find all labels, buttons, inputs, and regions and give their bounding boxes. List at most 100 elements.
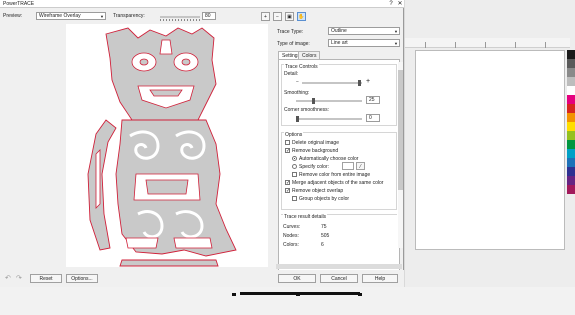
horizontal-ruler (405, 38, 570, 48)
specify-color-radio[interactable] (292, 164, 297, 169)
corner-smoothness-slider-thumb[interactable] (296, 116, 299, 122)
remove-overlap-checkbox[interactable]: ✓ (285, 188, 290, 194)
delete-original-checkbox[interactable] (285, 140, 290, 145)
palette-swatch[interactable] (567, 68, 575, 77)
image-type-value: Line art (331, 40, 348, 46)
ok-button[interactable]: OK (278, 274, 316, 283)
help-button[interactable]: Help (362, 274, 398, 283)
palette-swatch[interactable] (567, 149, 575, 158)
delete-original-label: Delete original image (292, 140, 339, 146)
palette-swatch[interactable] (567, 113, 575, 122)
options-group: Options Delete original image ✓ Remove b… (281, 132, 397, 210)
corner-smoothness-value: 0 (369, 115, 372, 121)
cancel-button[interactable]: Cancel (320, 274, 358, 283)
zoom-out-icon[interactable]: − (273, 12, 282, 21)
preview-mode-select[interactable]: Wireframe Overlay ▼ (36, 12, 106, 20)
dialog-titlebar[interactable]: PowerTRACE ? ✕ (0, 0, 404, 8)
trace-preview-area[interactable] (66, 24, 268, 267)
document-page[interactable] (415, 50, 565, 250)
smoothing-slider-thumb[interactable] (312, 98, 315, 104)
palette-swatch[interactable] (567, 104, 575, 113)
smoothing-slider[interactable] (296, 100, 362, 102)
trace-type-value: Outline (331, 28, 347, 34)
traced-figure-preview (87, 27, 237, 267)
dialog-title: PowerTRACE (3, 1, 35, 7)
options-button[interactable]: Options... (66, 274, 98, 283)
merge-adjacent-checkbox[interactable]: ✓ (285, 180, 290, 186)
reset-button[interactable]: Reset (30, 274, 62, 283)
close-icon[interactable]: ✕ (395, 0, 405, 8)
preview-toolbar: Preview: Wireframe Overlay ▼ Transparenc… (0, 9, 276, 23)
group-by-color-label: Group objects by color (299, 196, 350, 202)
detail-minus-icon[interactable]: − (296, 79, 299, 85)
corner-smoothness-slider[interactable] (296, 118, 362, 120)
traced-shape-fragment (240, 292, 360, 295)
palette-swatch[interactable] (567, 140, 575, 149)
remove-color-entire-checkbox[interactable] (292, 172, 297, 177)
transparency-slider-ticks (160, 19, 200, 21)
undo-icon[interactable]: ↶ (5, 274, 11, 282)
pan-hand-icon[interactable]: ✋ (297, 12, 306, 21)
smoothing-value: 25 (369, 97, 375, 103)
palette-swatch[interactable] (567, 86, 575, 95)
group-by-color-checkbox[interactable] (292, 196, 297, 201)
eyedropper-icon[interactable]: ⁄ (356, 162, 365, 170)
chevron-down-icon: ▼ (394, 29, 398, 34)
trace-results-group: Trace result details Curves: 75 Nodes: 5… (281, 214, 397, 270)
trace-type-label: Trace Type: (277, 29, 304, 35)
image-type-label: Type of image: (277, 41, 310, 47)
corner-smoothness-label: Corner smoothness: (284, 107, 330, 113)
colors-value: 6 (321, 242, 324, 248)
redo-icon[interactable]: ↷ (16, 274, 22, 282)
palette-swatch[interactable] (567, 176, 575, 185)
dialog-footer: ↶ ↷ Reset Options... OK Cancel Help (0, 270, 404, 287)
selection-handle[interactable] (232, 293, 236, 296)
settings-tab-content: Trace Controls Detail: − + Smoothing: 25… (278, 59, 400, 273)
remove-overlap-label: Remove object overlap (292, 188, 344, 194)
palette-swatch[interactable] (567, 77, 575, 86)
selection-handle[interactable] (358, 293, 362, 296)
palette-swatch[interactable] (567, 131, 575, 140)
palette-swatch[interactable] (567, 59, 575, 68)
trace-settings-panel: Trace Type: Outline ▼ Type of image: Lin… (276, 24, 402, 273)
specify-color-label: Specify color: (299, 164, 330, 170)
tab-colors[interactable]: Colors (298, 51, 321, 59)
palette-swatch[interactable] (567, 50, 575, 59)
selection-handle[interactable] (296, 293, 300, 296)
colors-label: Colors: (283, 242, 299, 248)
remove-color-entire-label: Remove color from entire image (299, 172, 371, 178)
detail-slider-thumb[interactable] (358, 80, 361, 86)
panel-horizontal-scrollbar[interactable] (276, 264, 402, 269)
preview-label: Preview: (3, 13, 23, 19)
auto-choose-color-radio[interactable] (292, 156, 297, 161)
color-palette[interactable] (567, 50, 575, 280)
chevron-down-icon: ▼ (394, 41, 398, 46)
trace-controls-title: Trace Controls (284, 64, 319, 70)
transparency-input[interactable]: 80 (202, 12, 216, 20)
detail-plus-icon[interactable]: + (366, 78, 370, 85)
color-swatch-button[interactable] (342, 162, 354, 170)
fit-page-icon[interactable]: ▣ (285, 12, 294, 21)
palette-swatch[interactable] (567, 185, 575, 194)
transparency-slider[interactable] (160, 16, 200, 18)
trace-type-select[interactable]: Outline ▼ (328, 27, 400, 35)
remove-background-checkbox[interactable]: ✓ (285, 148, 290, 154)
palette-swatch[interactable] (567, 122, 575, 131)
image-type-select[interactable]: Line art ▼ (328, 39, 400, 47)
nodes-value: 505 (321, 233, 330, 239)
options-title: Options (284, 132, 304, 138)
corner-smoothness-input[interactable]: 0 (366, 114, 380, 122)
detail-slider[interactable] (302, 82, 362, 84)
panel-scrollbar-thumb[interactable] (398, 70, 403, 190)
curves-value: 75 (321, 224, 327, 230)
palette-swatch[interactable] (567, 158, 575, 167)
palette-swatch[interactable] (567, 95, 575, 104)
smoothing-input[interactable]: 25 (366, 96, 380, 104)
palette-swatch[interactable] (567, 167, 575, 176)
merge-adjacent-label: Merge adjacent objects of the same color (292, 180, 384, 186)
transparency-label: Transparency: (113, 13, 145, 19)
trace-controls-group: Trace Controls Detail: − + Smoothing: 25… (281, 64, 397, 126)
zoom-in-icon[interactable]: + (261, 12, 270, 21)
curves-label: Curves: (283, 224, 301, 230)
smoothing-label: Smoothing: (284, 90, 310, 96)
